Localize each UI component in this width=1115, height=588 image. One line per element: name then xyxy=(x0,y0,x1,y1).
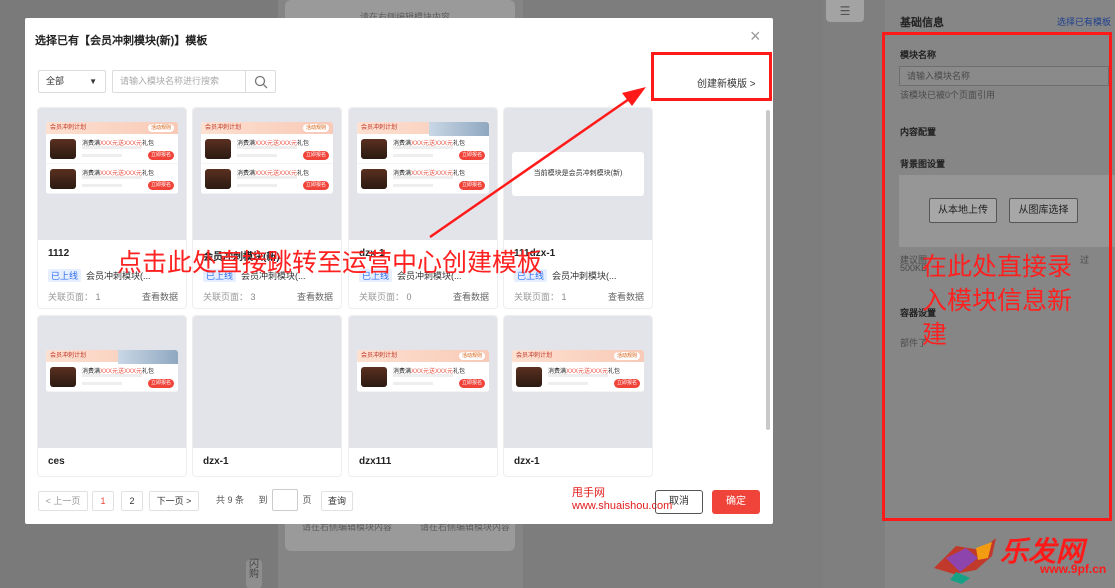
watermark-text: 甩手网 xyxy=(572,487,605,499)
logo-url: www.9pf.cn xyxy=(1040,562,1107,576)
annotation-right-note: 在此处直接录 xyxy=(922,252,1073,281)
annotation-right-note: 建 xyxy=(922,320,948,349)
watermark-url: www.shuaishou.com xyxy=(572,500,673,512)
annotation-left-note: 点击此处直接跳转至运营中心创建模板 xyxy=(117,248,543,277)
annotation-right-note: 入模块信息新 xyxy=(922,286,1073,315)
